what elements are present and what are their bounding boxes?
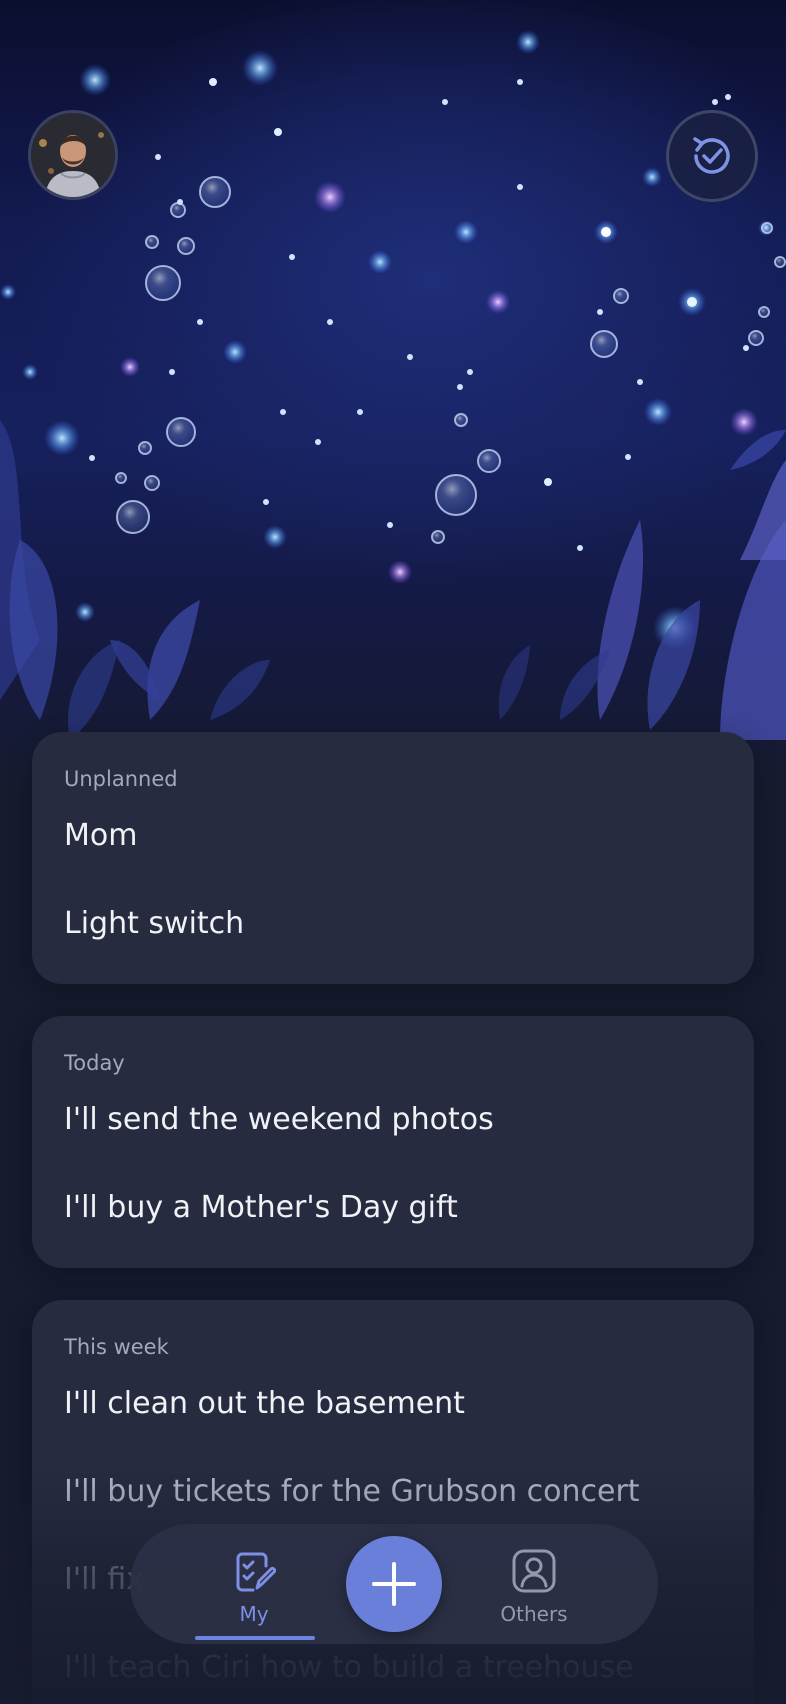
avatar-image <box>31 113 115 197</box>
task-item[interactable]: I'll buy tickets for the Grubson concert <box>64 1448 722 1536</box>
history-check-icon <box>693 137 730 174</box>
hero-background <box>0 0 786 800</box>
section-today: Today I'll send the weekend photos I'll … <box>32 1016 754 1268</box>
tab-others-label: Others <box>500 1602 568 1626</box>
screen: Unplanned Mom Light switch Today I'll se… <box>0 0 786 1704</box>
person-icon <box>512 1549 556 1593</box>
task-item[interactable]: Mom <box>64 792 722 880</box>
section-heading: Today <box>64 1051 125 1075</box>
active-tab-indicator <box>195 1636 315 1640</box>
add-task-button[interactable] <box>346 1536 442 1632</box>
task-item[interactable]: Light switch <box>64 880 722 968</box>
glow-particles <box>0 30 774 650</box>
section-unplanned: Unplanned Mom Light switch <box>32 732 754 984</box>
task-item[interactable]: I'll buy a Mother's Day gift <box>64 1164 722 1252</box>
task-item[interactable]: I'll clean out the basement <box>64 1360 722 1448</box>
underwater-illustration <box>0 30 786 740</box>
tab-others[interactable]: Others <box>474 1524 594 1644</box>
tab-my-label: My <box>239 1602 269 1626</box>
section-heading: This week <box>64 1335 169 1359</box>
clipboard-check-icon <box>236 1552 277 1592</box>
user-avatar[interactable] <box>28 110 118 200</box>
section-heading: Unplanned <box>64 767 178 791</box>
plus-icon <box>372 1562 416 1606</box>
history-button[interactable] <box>666 110 758 202</box>
task-item[interactable]: I'll send the weekend photos <box>64 1076 722 1164</box>
bubbles <box>115 176 786 544</box>
tab-my[interactable]: My <box>194 1524 314 1644</box>
